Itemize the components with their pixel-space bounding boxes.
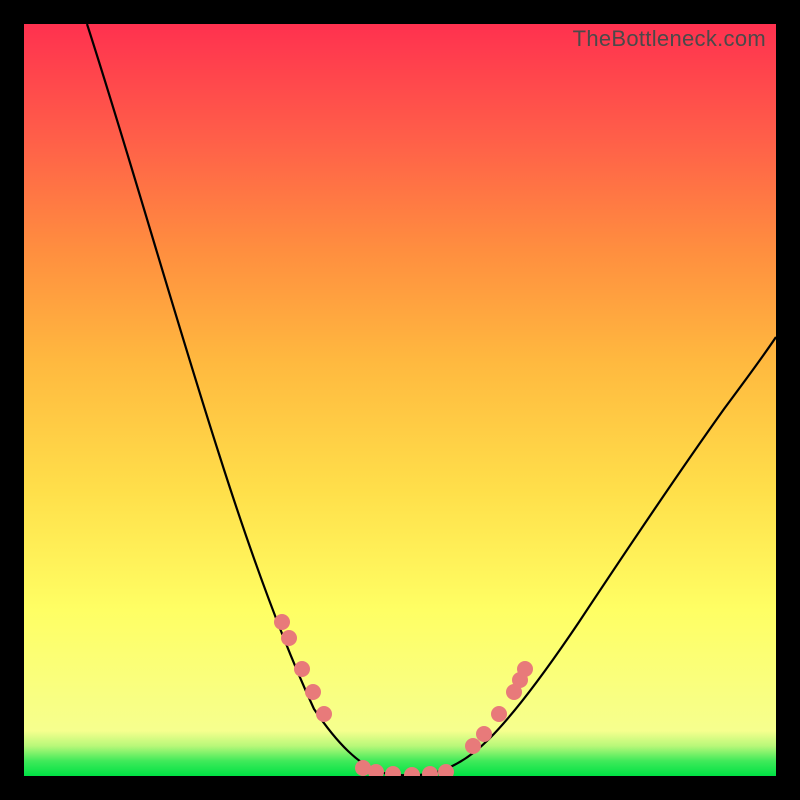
bottleneck-curve xyxy=(87,24,776,775)
chart-frame: TheBottleneck.com xyxy=(0,0,800,800)
curve-plot xyxy=(24,24,776,776)
plot-area: TheBottleneck.com xyxy=(24,24,776,776)
marker-group xyxy=(274,614,533,776)
